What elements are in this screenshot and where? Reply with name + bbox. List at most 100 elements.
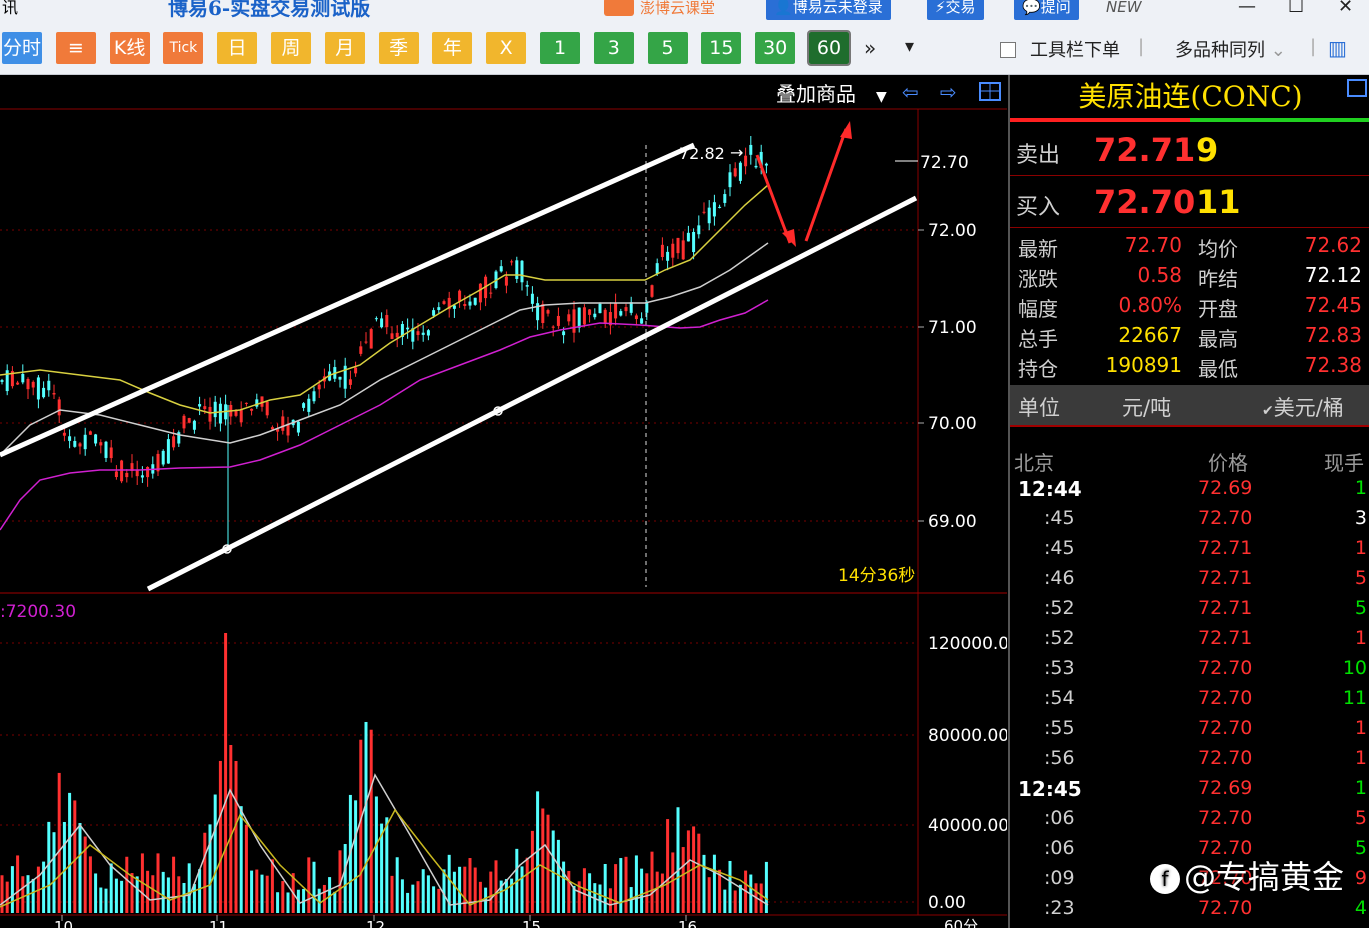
tick-row[interactable]: :46 72.71 5	[1010, 567, 1369, 597]
candle-body	[62, 432, 66, 436]
tick-price: 72.71	[1198, 627, 1253, 649]
btn-timeshare[interactable]: 分时	[2, 32, 42, 64]
candle-body	[359, 346, 363, 354]
candle-body	[624, 307, 628, 312]
arrow-left-icon[interactable]: ⇦	[902, 80, 919, 104]
candle-body	[603, 309, 607, 324]
layout-icon[interactable]: ▥	[1328, 36, 1347, 60]
btn-day[interactable]: 日	[217, 32, 258, 64]
tick-qty: 5	[1354, 807, 1367, 829]
stat-label: 均价	[1198, 237, 1238, 261]
multi-same-dropdown[interactable]: 多品种同列 ⌄	[1175, 36, 1286, 62]
login-button[interactable]: 👤博易云未登录	[766, 0, 891, 20]
buy-qty: 11	[1196, 183, 1241, 221]
tick-qty: 10	[1342, 657, 1367, 679]
unit-usd[interactable]: ✔美元/桶	[1262, 392, 1344, 422]
tick-row[interactable]: :45 72.70 3	[1010, 507, 1369, 537]
title-left-char: 讯	[2, 0, 19, 17]
btn-kline[interactable]: K线	[109, 32, 150, 64]
buy-label: 买入	[1016, 195, 1061, 220]
tick-qty: 1	[1354, 477, 1367, 499]
candle-body	[21, 373, 25, 383]
candle-body	[728, 172, 732, 188]
btn-list[interactable]: ≡	[55, 32, 96, 64]
volume-bar	[671, 852, 675, 913]
candle-body	[504, 276, 508, 286]
tick-price: 72.69	[1198, 477, 1253, 499]
tick-row[interactable]: :54 72.70 11	[1010, 687, 1369, 717]
panel-toggle-icon[interactable]	[1347, 79, 1367, 97]
volume-bar	[78, 823, 82, 913]
tick-row[interactable]: :06 72.70 5	[1010, 807, 1369, 837]
candle-body	[187, 418, 191, 423]
candle-body	[203, 406, 207, 410]
toolbar-order-checkbox[interactable]: 工具栏下单	[1000, 36, 1120, 62]
volume-bar	[21, 876, 25, 913]
maximize-icon[interactable]: ☐	[1288, 0, 1304, 20]
candle-body	[718, 206, 722, 208]
ask-button[interactable]: 💬提问	[1014, 0, 1079, 20]
tick-time: :55	[1044, 717, 1075, 739]
volume-bar	[354, 800, 358, 913]
volume-bar	[588, 873, 592, 913]
channel-lower-line[interactable]	[146, 195, 918, 592]
candle-body	[588, 309, 592, 315]
tick-row[interactable]: 12:45 72.69 1	[1010, 777, 1369, 807]
more-periods-button[interactable]: »	[864, 36, 876, 60]
candle-body	[198, 404, 202, 407]
close-icon[interactable]: ✕	[1338, 0, 1353, 20]
btn-60min[interactable]: 60	[807, 30, 851, 66]
tick-row[interactable]: :52 72.71 5	[1010, 597, 1369, 627]
btn-quarter[interactable]: 季	[378, 32, 419, 64]
btn-30min[interactable]: 30	[755, 32, 796, 64]
tick-row[interactable]: :55 72.70 1	[1010, 717, 1369, 747]
sell-price[interactable]: 72.71	[1094, 131, 1195, 169]
candle-body	[94, 434, 98, 444]
buy-price[interactable]: 72.70	[1094, 183, 1195, 221]
kline-chart[interactable]: 叠加商品 ▼ ⇦ ⇨ 72.00 71.00 70.00 69.00 120000.0…	[0, 75, 1007, 928]
overlay-dropdown-icon[interactable]: ▼	[876, 89, 887, 105]
btn-custom[interactable]: X	[486, 32, 527, 64]
candle-body	[239, 409, 243, 423]
trade-button[interactable]: ⚡交易	[927, 0, 984, 20]
tick-price: 72.71	[1198, 597, 1253, 619]
btn-tick[interactable]: Tick	[163, 32, 204, 64]
volume-bar	[432, 886, 436, 913]
unit-label: 单位	[1018, 396, 1060, 420]
stat-value: 72.70	[1124, 233, 1182, 257]
tick-row[interactable]: :45 72.71 1	[1010, 537, 1369, 567]
course-link[interactable]: 澎博云课堂	[604, 0, 715, 20]
tick-row[interactable]: 12:44 72.69 1	[1010, 477, 1369, 507]
btn-week[interactable]: 周	[271, 32, 311, 64]
unit-cny[interactable]: 元/吨	[1122, 392, 1171, 422]
candle-body	[567, 314, 571, 322]
channel-upper-line[interactable]	[0, 142, 696, 458]
minimize-icon[interactable]: —	[1238, 0, 1256, 20]
dropdown-button[interactable]: ▾	[905, 36, 914, 57]
volume-bar	[562, 861, 566, 913]
check-icon: ✔	[1262, 403, 1274, 419]
arrow-right-icon[interactable]: ⇨	[940, 80, 957, 104]
tick-time: :06	[1044, 837, 1075, 859]
stat-label: 开盘	[1198, 297, 1238, 321]
candle-body	[515, 260, 519, 279]
volume-bar	[94, 873, 98, 913]
candle-body	[265, 401, 269, 416]
btn-1min[interactable]: 1	[540, 32, 580, 64]
tick-row[interactable]: :23 72.70 4	[1010, 897, 1369, 927]
tick-time: :46	[1044, 567, 1075, 589]
overlay-commodity-button[interactable]: 叠加商品	[776, 82, 856, 106]
stat-label: 昨结	[1198, 267, 1238, 291]
btn-month[interactable]: 月	[324, 32, 365, 64]
candle-body	[140, 475, 144, 478]
tick-row[interactable]: :53 72.70 10	[1010, 657, 1369, 687]
tick-row[interactable]: :56 72.70 1	[1010, 747, 1369, 777]
tick-row[interactable]: :52 72.71 1	[1010, 627, 1369, 657]
btn-3min[interactable]: 3	[593, 32, 634, 64]
btn-15min[interactable]: 15	[701, 32, 742, 64]
candle-body	[302, 403, 306, 408]
btn-year[interactable]: 年	[432, 32, 473, 64]
btn-5min[interactable]: 5	[647, 32, 688, 64]
candle-body	[525, 285, 529, 287]
volume-bar	[161, 871, 165, 913]
